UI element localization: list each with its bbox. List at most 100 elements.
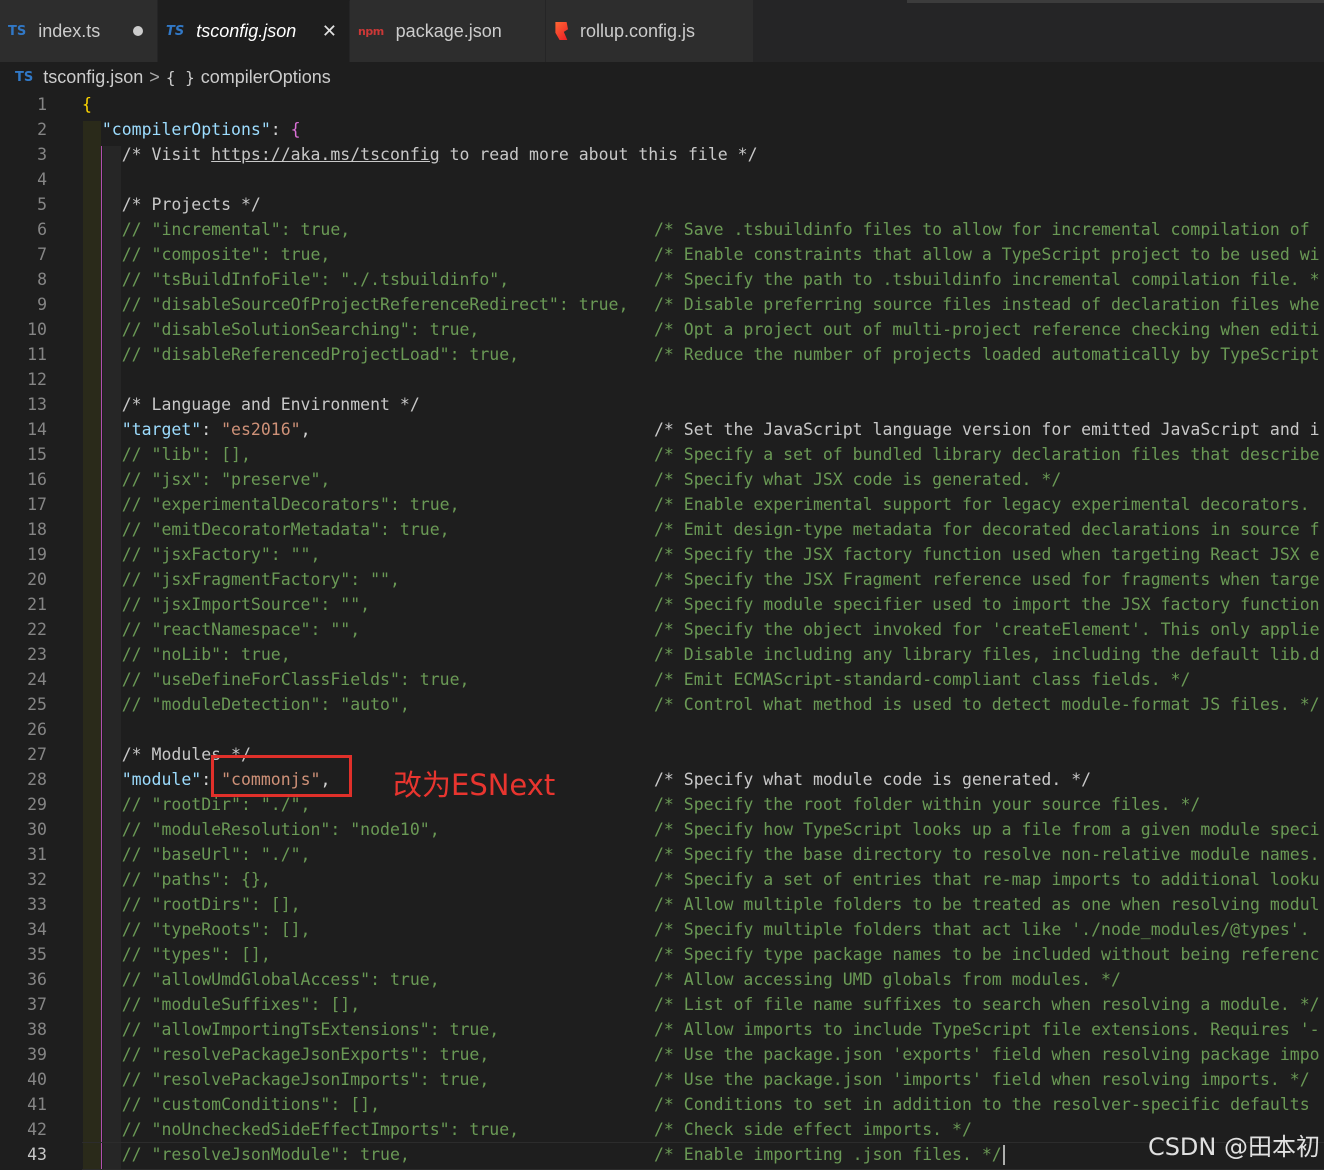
code-line[interactable]: 33 // "rootDirs": [], /* Allow multiple f… [0,892,1324,917]
code-text: // "noUncheckedSideEffectImports": true, [82,1117,519,1142]
unsaved-dot-icon[interactable] [133,26,143,36]
code-text: // "rootDirs": [], [82,892,301,917]
code-line[interactable]: 29 // "rootDir": "./", /* Specify the roo… [0,792,1324,817]
code-line[interactable]: 3 /* Visit https://aka.ms/tsconfig to re… [0,142,1324,167]
breadcrumb-symbol[interactable]: compilerOptions [201,67,331,88]
tab-rollup-config-js[interactable]: rollup.config.js [546,0,754,62]
tab-index-ts[interactable]: TS index.ts [0,0,158,62]
breadcrumb-file[interactable]: tsconfig.json [43,67,143,88]
code-line[interactable]: 37 // "moduleSuffixes": [], /* List of fi… [0,992,1324,1017]
code-text: "compilerOptions": { [82,117,301,142]
typescript-config-icon: TS [166,24,185,39]
tab-package-json[interactable]: npm package.json [350,0,546,62]
code-token: "compilerOptions" [101,120,271,139]
line-number: 40 [27,1070,47,1089]
code-line[interactable]: 34 // "typeRoots": [], /* Specify multipl… [0,917,1324,942]
code-line[interactable]: 23 // "noLib": true, /* Disable including… [0,642,1324,667]
code-line[interactable]: 16 // "jsx": "preserve", /* Specify what … [0,467,1324,492]
tab-tsconfig-json[interactable]: TS tsconfig.json ✕ [158,0,350,62]
line-number: 3 [37,145,47,164]
code-line[interactable]: 9 // "disableSourceOfProjectReferenceRed… [0,292,1324,317]
code-token: // "experimentalDecorators": true, [121,495,460,514]
code-text: // "emitDecoratorMetadata": true, [82,517,450,542]
code-line[interactable]: 1{ [0,92,1324,117]
code-line[interactable]: 32 // "paths": {}, /* Specify a set of en… [0,867,1324,892]
tab-label: rollup.config.js [580,20,696,41]
code-line[interactable]: 22 // "reactNamespace": "", /* Specify th… [0,617,1324,642]
annotation-text: 改为ESNext [393,768,556,802]
code-line[interactable]: 5 /* Projects */ [0,192,1324,217]
line-number: 23 [27,645,47,664]
code-text: /* Projects */ [82,192,261,217]
code-line[interactable]: 30 // "moduleResolution": "node10", /* Sp… [0,817,1324,842]
code-text: // "resolvePackageJsonImports": true, [82,1067,490,1092]
code-text: // "experimentalDecorators": true, [82,492,460,517]
code-token: // "noUncheckedSideEffectImports": true, [121,1120,520,1139]
code-line[interactable]: 21 // "jsxImportSource": "", /* Specify m… [0,592,1324,617]
code-editor[interactable]: 1{2 "compilerOptions": {3 /* Visit https… [0,92,1324,1170]
inline-comment: /* Specify the base directory to resolve… [654,845,1320,864]
code-line[interactable]: 39 // "resolvePackageJsonExports": true,… [0,1042,1324,1067]
code-text: /* Visit https://aka.ms/tsconfig to read… [82,142,758,167]
line-number: 15 [27,445,47,464]
code-line[interactable]: 20 // "jsxFragmentFactory": "", /* Specif… [0,567,1324,592]
code-line[interactable]: 6 // "incremental": true, /* Save .tsbuil… [0,217,1324,242]
code-line[interactable]: 25 // "moduleDetection": "auto", /* Contr… [0,692,1324,717]
code-line[interactable]: 8 // "tsBuildInfoFile": "./.tsbuildinfo"… [0,267,1324,292]
line-number: 12 [27,370,47,389]
code-line[interactable]: 4 [0,167,1324,192]
code-line[interactable]: 12 [0,367,1324,392]
inline-comment: /* Specify a set of entries that re-map … [654,870,1320,889]
code-line[interactable]: 28 "module": "commonjs",/* Specify what … [0,767,1324,792]
code-line[interactable]: 15 // "lib": [], /* Specify a set of bund… [0,442,1324,467]
close-icon[interactable]: ✕ [322,21,337,42]
inline-comment: /* Check side effect imports. */ [654,1120,972,1139]
code-token: // "moduleSuffixes": [], [121,995,361,1014]
code-line[interactable]: 26 [0,717,1324,742]
code-line[interactable]: 24 // "useDefineForClassFields": true, /*… [0,667,1324,692]
code-text: { [82,92,92,117]
inline-comment: /* Specify type package names to be incl… [654,945,1320,964]
code-token: // "useDefineForClassFields": true, [121,670,470,689]
inline-comment: /* Specify how TypeScript looks up a fil… [654,820,1320,839]
line-number: 35 [27,945,47,964]
line-number: 43 [27,1145,47,1164]
line-number: 5 [37,195,47,214]
code-line[interactable]: 36 // "allowUmdGlobalAccess": true, /* Al… [0,967,1324,992]
code-line[interactable]: 7 // "composite": true, /* Enable constra… [0,242,1324,267]
code-line[interactable]: 17 // "experimentalDecorators": true, /* … [0,492,1324,517]
code-line[interactable]: 43 // "resolveJsonModule": true, /* Enabl… [0,1142,1324,1167]
code-line[interactable]: 11 // "disableReferencedProjectLoad": tr… [0,342,1324,367]
code-line[interactable]: 41 // "customConditions": [], /* Conditio… [0,1092,1324,1117]
inline-comment: /* Specify the root folder within your s… [654,795,1201,814]
typescript-config-icon: TS [15,69,34,85]
code-line[interactable]: 31 // "baseUrl": "./", /* Specify the bas… [0,842,1324,867]
code-line[interactable]: 19 // "jsxFactory": "", /* Specify the JS… [0,542,1324,567]
tab-bar-empty-space [754,0,1324,62]
code-line[interactable]: 10 // "disableSolutionSearching": true, /… [0,317,1324,342]
code-text: // "composite": true, [82,242,331,267]
code-line[interactable]: 42 // "noUncheckedSideEffectImports": tr… [0,1117,1324,1142]
code-line[interactable]: 38 // "allowImportingTsExtensions": true… [0,1017,1324,1042]
code-line[interactable]: 27 /* Modules */ [0,742,1324,767]
code-line[interactable]: 35 // "types": [], /* Specify type packag… [0,942,1324,967]
code-line[interactable]: 18 // "emitDecoratorMetadata": true, /* E… [0,517,1324,542]
code-token: // "incremental": true, [121,220,351,239]
code-line[interactable]: 40 // "resolvePackageJsonImports": true,… [0,1067,1324,1092]
code-token: // "types": [], [121,945,271,964]
line-number: 26 [27,720,47,739]
line-number: 29 [27,795,47,814]
code-line[interactable]: 13 /* Language and Environment */ [0,392,1324,417]
code-line[interactable]: 14 "target": "es2016", /* Set the JavaScr… [0,417,1324,442]
code-line[interactable]: 2 "compilerOptions": { [0,117,1324,142]
